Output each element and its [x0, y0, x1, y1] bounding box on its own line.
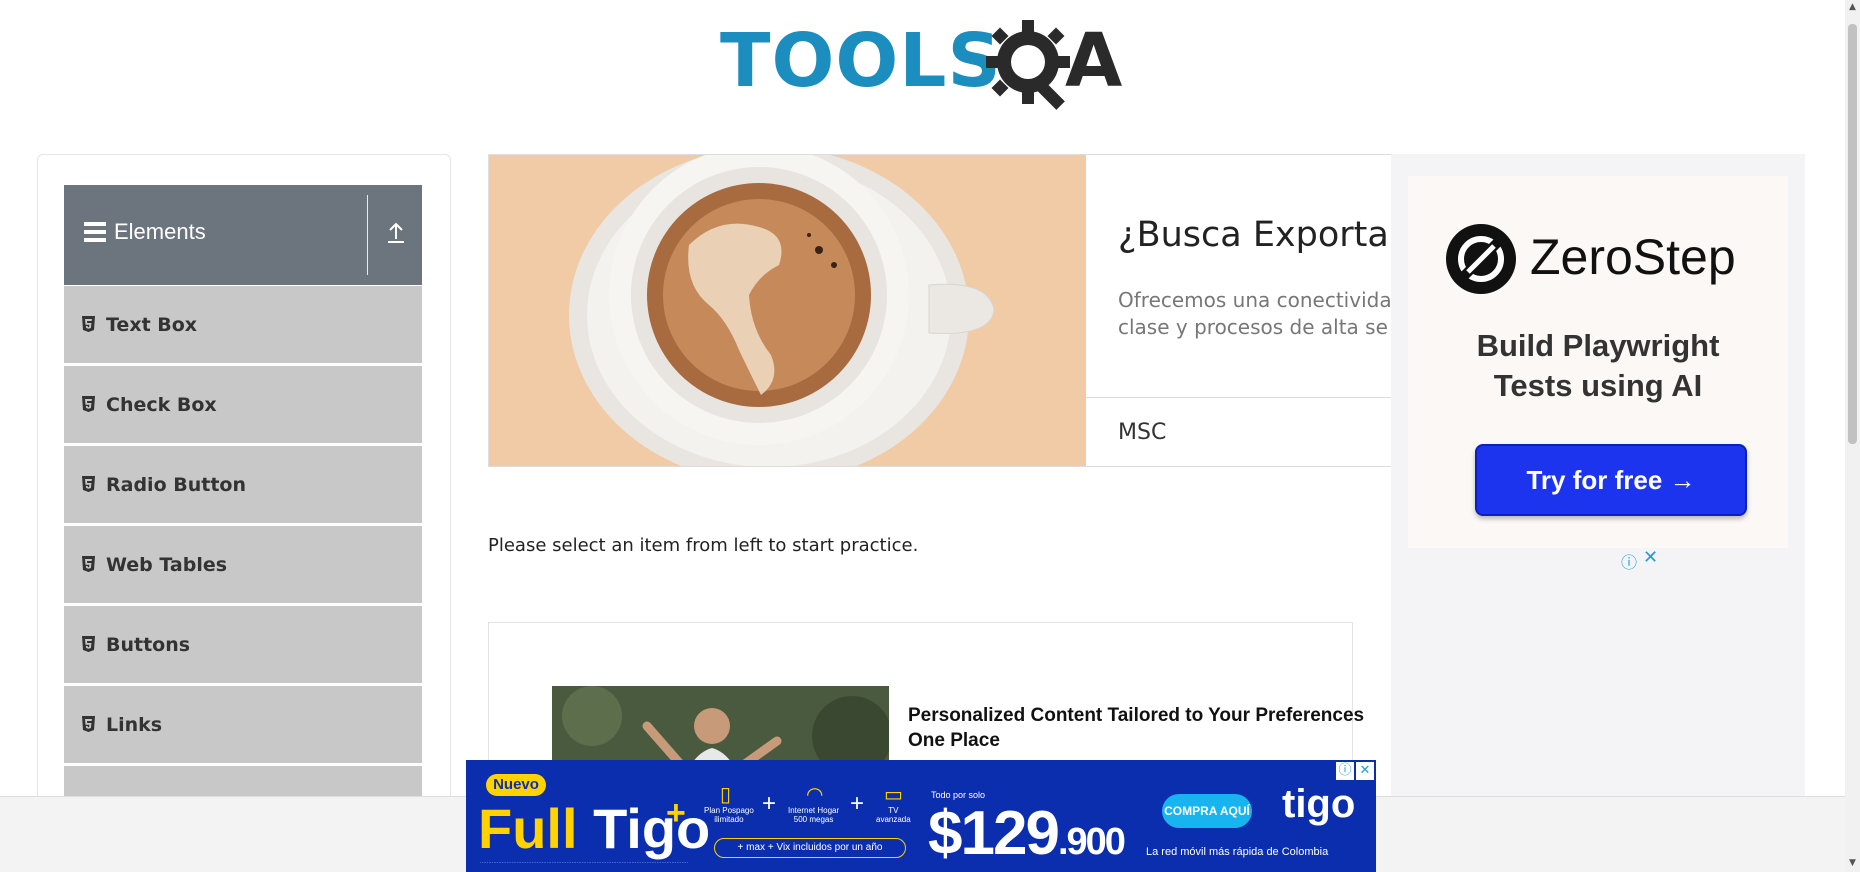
sidebar-item-label: Buttons [106, 634, 191, 656]
html5-icon [82, 556, 95, 572]
tigo-new-badge: Nuevo [486, 774, 546, 796]
banner-advertiser: MSC [1118, 420, 1167, 445]
toolsqa-logo[interactable]: TOOLS A [720, 18, 1125, 118]
banner-headline: ¿Busca Exportar [1118, 215, 1393, 255]
tigo-feature-3: TV avanzada [876, 806, 911, 824]
tigo-sticky-ad[interactable]: Nuevo Full Tigo + ▯ Plan Pospago ilimita… [466, 760, 1376, 872]
scrollbar-thumb[interactable] [1848, 24, 1857, 444]
zerostep-ad[interactable]: ZeroStep Build Playwright Tests using AI… [1391, 154, 1805, 872]
ad-info-icon[interactable]: ⓘ [1621, 549, 1637, 573]
plus-icon: + [850, 790, 865, 817]
ad-info-icon[interactable]: ⓘ [1336, 762, 1354, 780]
scroll-up-arrow-icon[interactable]: ▲ [1848, 2, 1857, 12]
header-divider [367, 195, 368, 275]
scroll-down-arrow-icon[interactable]: ▼ [1848, 858, 1857, 868]
tigo-feature-1: Plan Pospago ilimitado [704, 806, 754, 824]
html5-icon [82, 636, 95, 652]
vertical-scrollbar[interactable]: ▲ ▼ [1845, 0, 1860, 872]
compra-aqui-button[interactable]: COMPRA AQUÍ [1162, 794, 1252, 828]
zerostep-logo-icon [1446, 224, 1516, 294]
sidebar-item-label: Check Box [106, 394, 217, 416]
plus-icon: + [762, 790, 777, 817]
tigo-plus-sign: + [666, 794, 686, 832]
tigo-price: $129.900 [928, 798, 1126, 869]
sidebar-item-radio-button[interactable]: Radio Button [64, 445, 422, 523]
try-for-free-button[interactable]: Try for free → [1475, 444, 1747, 516]
zerostep-brand: ZeroStep [1530, 229, 1736, 285]
tigo-brand-tagline: La red móvil más rápida de Colombia [1146, 846, 1329, 858]
sidebar-item-label: Links [106, 714, 163, 736]
tigo-price-cents: .900 [1057, 821, 1126, 863]
wifi-icon: ◠ [806, 782, 824, 806]
tigo-fine-print: ········································… [480, 860, 689, 866]
sidebar-item-label: Web Tables [106, 554, 228, 576]
sidebar-item-check-box[interactable]: Check Box [64, 365, 422, 443]
sidebar-item-label: Radio Button [106, 474, 246, 496]
tigo-price-main: $129 [928, 799, 1060, 868]
html5-icon [82, 316, 95, 332]
instruction-text: Please select an item from left to start… [488, 535, 919, 556]
sidebar-item-buttons[interactable]: Buttons [64, 605, 422, 683]
html5-icon [82, 396, 95, 412]
phone-icon: ▯ [720, 782, 732, 806]
ad-close-icon[interactable]: ✕ [1643, 547, 1658, 568]
tigo-bundle-pill: + max + Vix incluidos por un año [714, 838, 906, 858]
banner-body: Ofrecemos una conectivida clase y proces… [1118, 288, 1392, 339]
coffee-cup-image [489, 155, 1086, 466]
sidebar-item-links[interactable]: Links [64, 685, 422, 763]
banner-text-area: ¿Busca Exportar Ofrecemos una conectivid… [1086, 155, 1393, 466]
tv-icon: ▭ [884, 782, 903, 806]
html5-icon [82, 716, 95, 732]
collapse-arrow-icon[interactable] [382, 219, 410, 247]
tigo-product-tigo: Tigo [593, 797, 711, 860]
logo-text-tools: TOOLS [720, 18, 1002, 104]
zerostep-tagline: Build Playwright Tests using AI [1476, 328, 1720, 403]
sidebar-item-text-box[interactable]: Text Box [64, 285, 422, 363]
left-panel: Elements Text Box Check Box Radio Button… [37, 154, 451, 872]
recommendation-title[interactable]: Personalized Content Tailored to Your Pr… [908, 703, 1408, 753]
hamburger-icon [84, 222, 106, 242]
tigo-product-full: Full [478, 797, 578, 860]
elements-group-header[interactable]: Elements [64, 185, 422, 285]
logo-text-a: A [1065, 18, 1123, 104]
group-title: Elements [114, 219, 206, 244]
html5-icon [82, 476, 95, 492]
tigo-feature-2: Internet Hogar 500 megas [788, 806, 840, 824]
ad-close-icon[interactable]: ✕ [1356, 762, 1374, 780]
banner-separator [1086, 397, 1392, 398]
tigo-logo: tigo [1282, 782, 1356, 826]
banner-ad[interactable]: ¿Busca Exportar Ofrecemos una conectivid… [488, 154, 1393, 467]
page: TOOLS A Elements Text Box Check Box Radi… [0, 0, 1860, 872]
sidebar-item-label: Text Box [106, 314, 198, 336]
zerostep-ad-panel: ZeroStep Build Playwright Tests using AI… [1408, 176, 1788, 548]
sidebar-item-web-tables[interactable]: Web Tables [64, 525, 422, 603]
